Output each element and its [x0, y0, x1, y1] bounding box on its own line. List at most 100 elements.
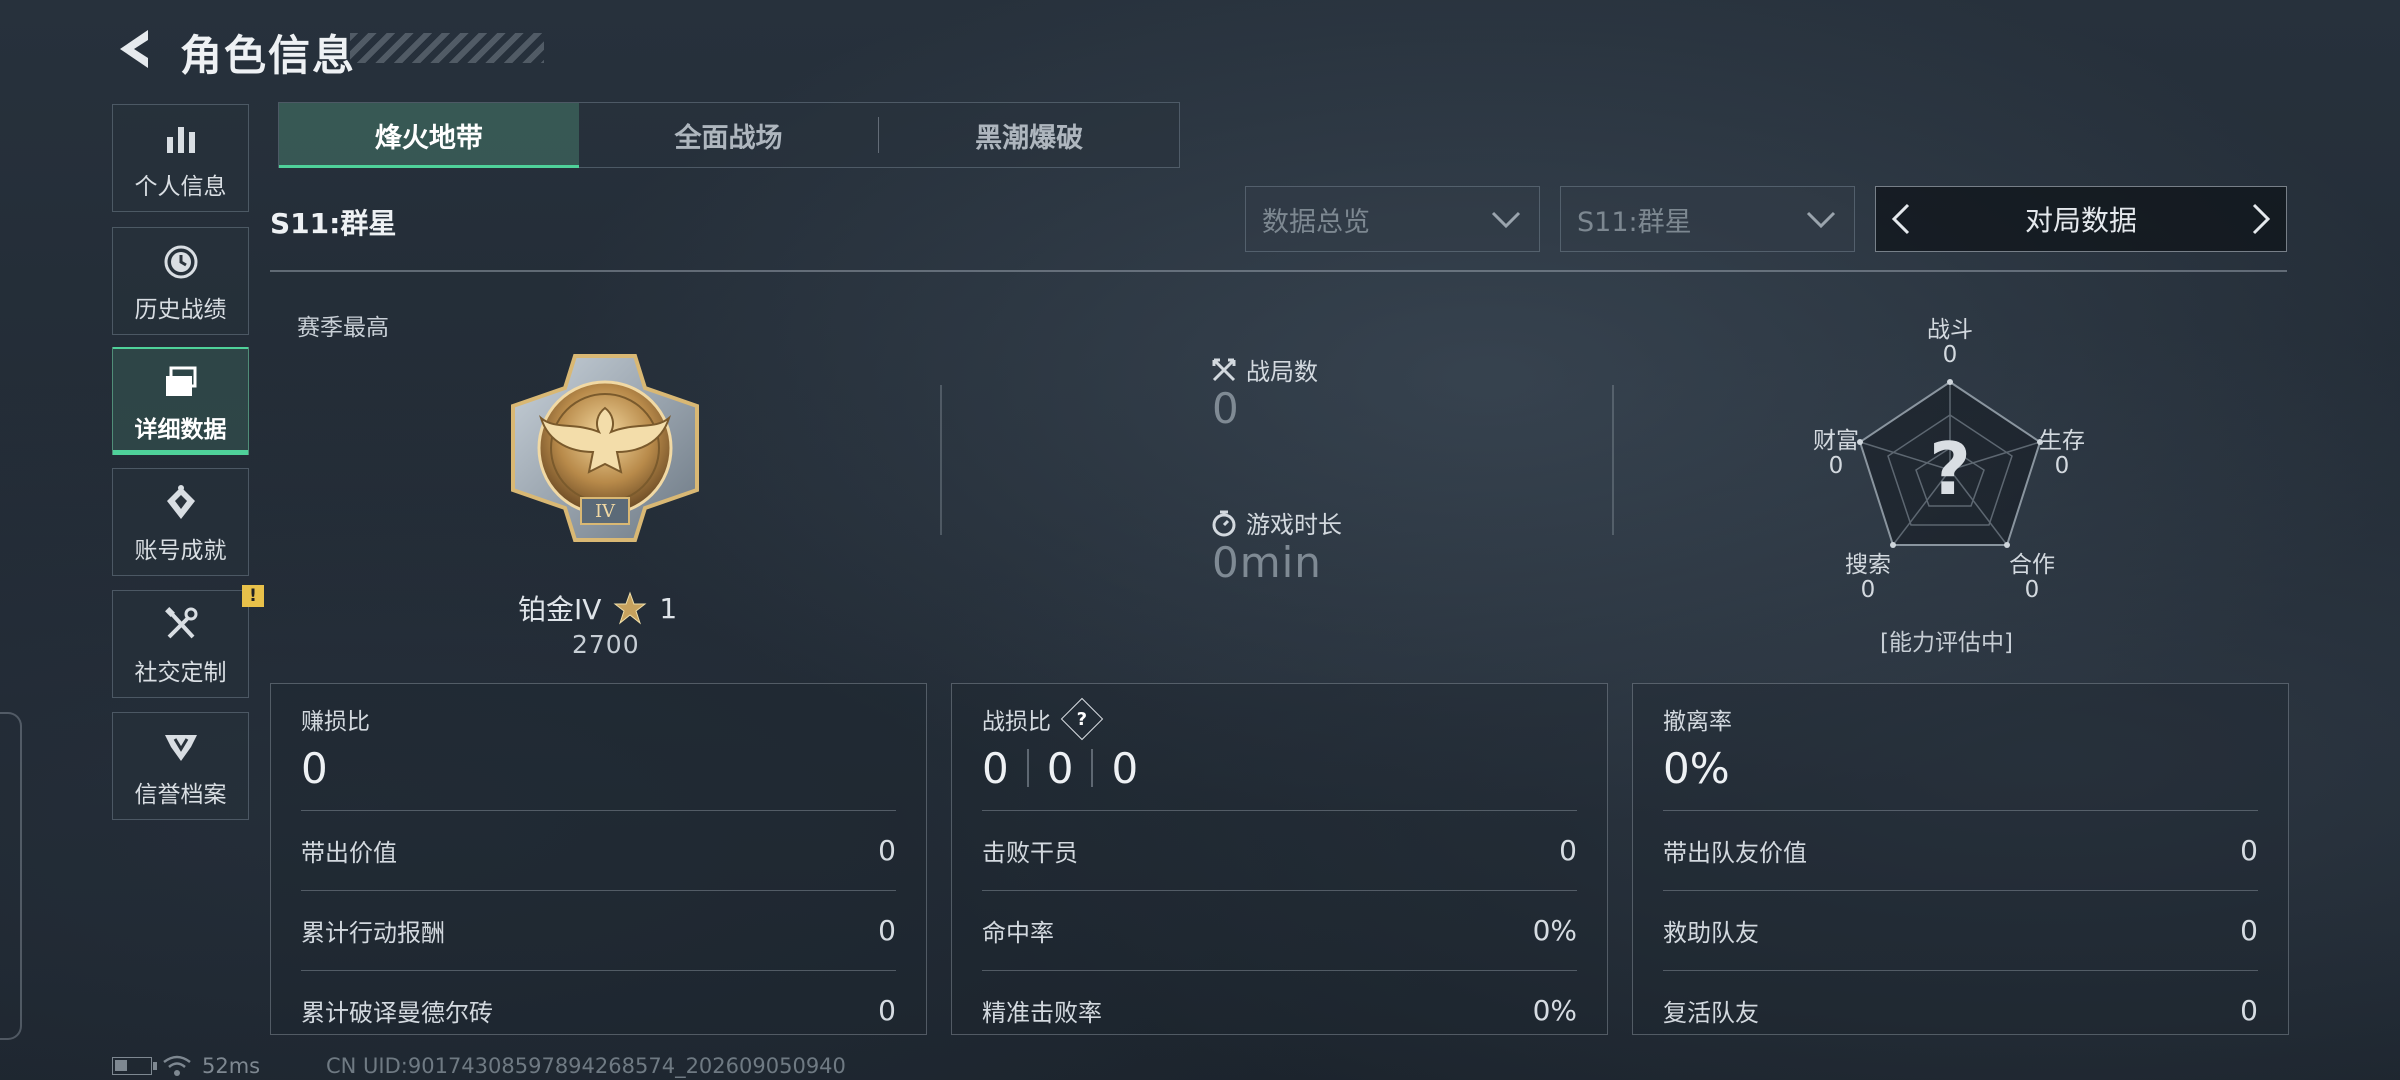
rank-tier-name: 铂金IV	[518, 593, 602, 626]
chevron-down-icon	[1806, 211, 1836, 229]
row-label: 救助队友	[1663, 919, 1759, 947]
table-row: 带出队友价值 0	[1663, 810, 2258, 890]
page-title: 角色信息	[180, 31, 357, 80]
row-label: 击败干员	[982, 839, 1078, 867]
row-label: 命中率	[982, 919, 1054, 947]
platinum-rank-medal-icon[interactable]: IV	[505, 348, 705, 548]
tools-icon	[164, 607, 197, 639]
history-clock-icon	[164, 245, 197, 279]
matches-value: 0	[1212, 384, 1240, 433]
kd-values: 0 0 0	[982, 740, 1577, 796]
row-value: 0	[2240, 914, 2258, 947]
chevron-down-icon	[1491, 211, 1521, 229]
kd-value: 0	[1046, 743, 1074, 793]
radar-center-question: ?	[1929, 427, 1971, 511]
extract-value: 0%	[1663, 743, 1730, 793]
playtime-value: 0min	[1212, 538, 1322, 587]
achievement-icon	[166, 485, 195, 519]
kd-title-row: 战损比 ?	[982, 697, 1577, 741]
credibility-icon	[164, 735, 197, 761]
playtime-label: 游戏时长	[1210, 505, 1342, 540]
status-bar: 52ms	[112, 1054, 260, 1078]
kd-value: 0	[982, 743, 1009, 793]
kd-separator	[1091, 749, 1094, 787]
sidebar-item-label: 社交定制	[134, 660, 227, 686]
user-uid: CN UID:90174308597894268574_202609050940	[326, 1054, 846, 1078]
row-label: 精准击败率	[982, 999, 1102, 1027]
ping-value: 52ms	[202, 1054, 261, 1078]
season-value: S11:群星	[1577, 206, 1692, 238]
section-divider	[270, 270, 2287, 272]
table-row: 累计破译曼德尔砖 0	[301, 970, 896, 1050]
table-row: 累计行动报酬 0	[301, 890, 896, 970]
profit-value: 0	[301, 743, 328, 793]
battery-icon	[112, 1057, 157, 1075]
data-view-label: 对局数据	[2024, 204, 2137, 237]
data-type-dropdown[interactable]: 数据总览	[1245, 186, 1540, 252]
rank-tier: 铂金IV 1	[518, 588, 677, 628]
season-title: S11:群星	[270, 207, 397, 240]
medal-roman-numeral: IV	[595, 501, 616, 522]
help-icon-glyph: ?	[1076, 708, 1088, 730]
radar-label-teamwork: 合作 0	[2006, 552, 2058, 604]
row-value: 0	[878, 834, 896, 867]
table-row: 带出价值 0	[301, 810, 896, 890]
table-row: 救助队友 0	[1663, 890, 2258, 970]
table-row: 精准击败率 0%	[982, 970, 1577, 1050]
season-dropdown[interactable]: S11:群星	[1560, 186, 1855, 252]
sidebar-item-social[interactable]: 社交定制 !	[112, 585, 264, 698]
crossed-swords-icon	[1212, 358, 1236, 381]
sidebar-item-label: 个人信息	[134, 174, 227, 200]
stopwatch-icon	[1212, 510, 1236, 536]
kd-panel: 战损比 ? 0 0 0 击败干员 0 命中率 0% 精准击败率 0%	[951, 683, 1608, 1035]
help-icon[interactable]: ?	[1060, 697, 1104, 741]
profit-panel: 赚损比 0 带出价值 0 累计行动报酬 0 累计破译曼德尔砖 0	[270, 683, 927, 1035]
sidebar-item-personal-info[interactable]: 个人信息	[112, 104, 249, 212]
kd-title: 战损比	[982, 709, 1051, 735]
sidebar-item-history[interactable]: 历史战绩	[112, 227, 249, 335]
row-label: 复活队友	[1663, 999, 1759, 1027]
kd-value: 0	[1111, 743, 1139, 793]
sidebar-item-label: 历史战绩	[134, 297, 227, 323]
column-divider	[1612, 385, 1614, 535]
row-value: 0	[878, 994, 896, 1027]
row-label: 带出队友价值	[1663, 839, 1807, 867]
sidebar-item-label: 账号成就	[134, 538, 227, 564]
radar-combat-value: 0	[1942, 342, 1958, 369]
radar-combat-label: 战斗	[1927, 317, 1973, 343]
radar-status: [能力评估中]	[1880, 630, 2013, 656]
row-label: 累计行动报酬	[301, 919, 445, 947]
row-value: 0	[878, 914, 896, 947]
radar-search-value: 0	[1860, 577, 1876, 604]
table-row: 复活队友 0	[1663, 970, 2258, 1050]
profit-title: 赚损比	[301, 709, 370, 735]
row-value: 0	[1559, 834, 1577, 867]
wifi-icon	[163, 1055, 191, 1076]
notification-badge: !	[242, 585, 264, 607]
row-value: 0	[2240, 994, 2258, 1027]
matches-label: 战局数	[1210, 352, 1318, 387]
rank-stars-count: 1	[659, 591, 678, 625]
rank-score: 2700	[572, 630, 640, 659]
back-arrow-icon[interactable]	[112, 26, 158, 72]
sidebar-item-credibility[interactable]: 信誉档案	[112, 712, 249, 820]
table-row: 命中率 0%	[982, 890, 1577, 970]
edge-handle	[0, 712, 22, 1040]
tab-dark-tide[interactable]: 黑潮爆破	[879, 103, 1179, 167]
data-type-value: 数据总览	[1262, 206, 1370, 238]
radar-label-search: 搜索 0	[1842, 552, 1894, 604]
row-value: 0%	[1532, 994, 1577, 1027]
title-decoration	[350, 33, 544, 63]
sidebar-item-detailed-data[interactable]: 详细数据	[112, 347, 249, 455]
kd-separator	[1026, 749, 1029, 787]
tab-full-battlefield[interactable]: 全面战场	[579, 103, 879, 167]
chevron-left-icon[interactable]	[1886, 199, 1918, 239]
table-row: 击败干员 0	[982, 810, 1577, 890]
radar-label-combat: 战斗 0	[1926, 317, 1974, 369]
matches-label-text: 战局数	[1246, 358, 1318, 386]
data-view-switcher: 对局数据	[1875, 186, 2287, 252]
extract-title: 撤离率	[1663, 709, 1732, 735]
sidebar-item-achievements[interactable]: 账号成就	[112, 468, 249, 576]
tab-beacon-zone[interactable]: 烽火地带	[279, 103, 579, 168]
chevron-right-icon[interactable]	[2244, 199, 2276, 239]
